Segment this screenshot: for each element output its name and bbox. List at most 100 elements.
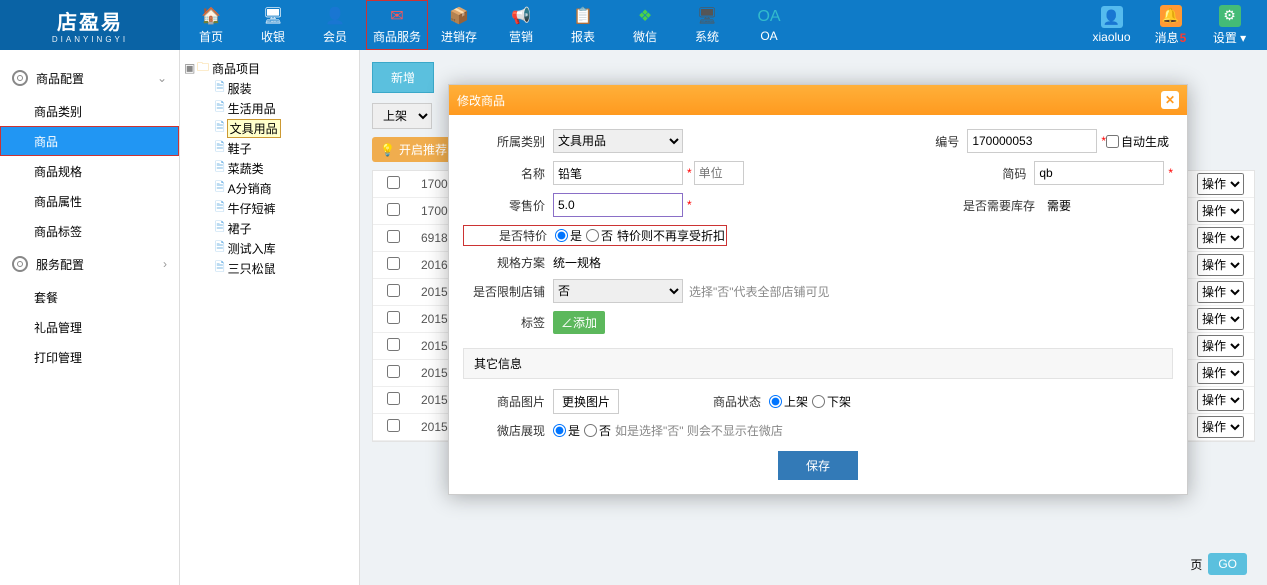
- side-item[interactable]: 礼品管理: [0, 312, 179, 342]
- change-image-button[interactable]: 更换图片: [553, 389, 619, 414]
- nav-微信[interactable]: ❖微信: [614, 0, 676, 50]
- close-icon[interactable]: ✕: [1161, 91, 1179, 109]
- price-input[interactable]: [553, 193, 683, 217]
- state-down[interactable]: 下架: [812, 393, 851, 410]
- wechat-no[interactable]: 否: [584, 422, 611, 439]
- row-action[interactable]: 操作: [1197, 254, 1244, 276]
- tree-item[interactable]: 🗎裙子: [202, 218, 355, 238]
- nav-label: 进销存: [441, 28, 477, 45]
- row-action[interactable]: 操作: [1197, 281, 1244, 303]
- file-icon: 🗎: [215, 238, 225, 259]
- logo-text: 店盈易: [57, 6, 123, 35]
- nav-会员[interactable]: 👤会员: [304, 0, 366, 50]
- nav-icon: 📋: [572, 6, 594, 26]
- unit-input[interactable]: [694, 161, 744, 185]
- tree-item[interactable]: 🗎菜蔬类: [202, 158, 355, 178]
- nav-label: 系统: [695, 28, 719, 45]
- specplan-value: 统一规格: [553, 254, 601, 271]
- special-yes[interactable]: 是: [555, 227, 582, 244]
- row-checkbox[interactable]: [387, 203, 400, 216]
- save-button[interactable]: 保存: [778, 451, 858, 480]
- tree-item[interactable]: 🗎A分销商: [202, 178, 355, 198]
- tree-root[interactable]: ▣ 🗀 商品项目: [184, 58, 355, 78]
- recommend-toggle[interactable]: 💡 开启推荐: [372, 137, 455, 162]
- file-icon: 🗎: [215, 158, 225, 179]
- auto-gen-checkbox[interactable]: 自动生成: [1106, 133, 1169, 150]
- go-button[interactable]: GO: [1208, 553, 1247, 575]
- side-group-product[interactable]: 商品配置 ⌄: [0, 60, 179, 96]
- category-tree: ▣ 🗀 商品项目 🗎服装🗎生活用品🗎文具用品🗎鞋子🗎菜蔬类🗎A分销商🗎牛仔短裤🗎…: [180, 50, 360, 585]
- side-item[interactable]: 商品类别: [0, 96, 179, 126]
- side-item[interactable]: 商品规格: [0, 156, 179, 186]
- row-checkbox[interactable]: [387, 284, 400, 297]
- row-action[interactable]: 操作: [1197, 335, 1244, 357]
- wechat-note: 如是选择"否" 则会不显示在微店: [615, 422, 783, 439]
- row-checkbox[interactable]: [387, 230, 400, 243]
- side-item[interactable]: 商品属性: [0, 186, 179, 216]
- label-specplan: 规格方案: [463, 254, 553, 271]
- nav-报表[interactable]: 📋报表: [552, 0, 614, 50]
- nav-user[interactable]: 👤 xiaoluo: [1084, 6, 1139, 44]
- status-filter[interactable]: 上架: [372, 103, 432, 129]
- row-action[interactable]: 操作: [1197, 227, 1244, 249]
- tree-item[interactable]: 🗎鞋子: [202, 138, 355, 158]
- side-item[interactable]: 商品标签: [0, 216, 179, 246]
- row-action[interactable]: 操作: [1197, 416, 1244, 438]
- tree-label: 鞋子: [228, 140, 252, 157]
- tree-item[interactable]: 🗎牛仔短裤: [202, 198, 355, 218]
- bell-icon: 🔔: [1160, 5, 1182, 27]
- tree-item[interactable]: 🗎三只松鼠: [202, 258, 355, 278]
- nav-icon: 🏠: [200, 6, 222, 26]
- tree-item[interactable]: 🗎文具用品: [202, 118, 355, 138]
- row-checkbox[interactable]: [387, 419, 400, 432]
- nav-进销存[interactable]: 📦进销存: [428, 0, 490, 50]
- label-restrict: 是否限制店铺: [463, 283, 553, 300]
- nav-商品服务[interactable]: ✉商品服务: [366, 0, 428, 50]
- row-checkbox[interactable]: [387, 392, 400, 405]
- nav-系统[interactable]: 🖥系统: [676, 0, 738, 50]
- add-tab[interactable]: 新增: [372, 62, 434, 93]
- nav-messages[interactable]: 🔔 消息5: [1143, 5, 1198, 46]
- row-action[interactable]: 操作: [1197, 173, 1244, 195]
- nav-icon: 📢: [510, 6, 532, 26]
- add-tag-button[interactable]: ∠添加: [553, 311, 605, 334]
- side-group-label: 服务配置: [36, 256, 84, 273]
- wechat-yes[interactable]: 是: [553, 422, 580, 439]
- row-checkbox[interactable]: [387, 257, 400, 270]
- row-action[interactable]: 操作: [1197, 200, 1244, 222]
- tree-label: 生活用品: [228, 100, 276, 117]
- row-action[interactable]: 操作: [1197, 308, 1244, 330]
- file-icon: 🗎: [215, 218, 225, 239]
- row-checkbox[interactable]: [387, 338, 400, 351]
- side-item[interactable]: 打印管理: [0, 342, 179, 372]
- row-checkbox[interactable]: [387, 176, 400, 189]
- nav-营销[interactable]: 📢营销: [490, 0, 552, 50]
- nav-label: 首页: [199, 28, 223, 45]
- side-item[interactable]: 套餐: [0, 282, 179, 312]
- tree-item[interactable]: 🗎生活用品: [202, 98, 355, 118]
- code-input[interactable]: [967, 129, 1097, 153]
- row-checkbox[interactable]: [387, 365, 400, 378]
- nav-OA[interactable]: OAOA: [738, 0, 800, 50]
- tree-item[interactable]: 🗎服装: [202, 78, 355, 98]
- nav-settings[interactable]: ⚙ 设置 ▾: [1202, 5, 1257, 46]
- gear-icon: ⚙: [1219, 5, 1241, 27]
- state-up[interactable]: 上架: [769, 393, 808, 410]
- row-action[interactable]: 操作: [1197, 362, 1244, 384]
- nav-首页[interactable]: 🏠 首页: [180, 0, 242, 50]
- name-input[interactable]: [553, 161, 683, 185]
- tree-item[interactable]: 🗎测试入库: [202, 238, 355, 258]
- special-no[interactable]: 否: [586, 227, 613, 244]
- category-select[interactable]: 文具用品: [553, 129, 683, 153]
- label-wechat: 微店展现: [463, 422, 553, 439]
- side-item[interactable]: 商品: [0, 126, 179, 156]
- collapse-icon[interactable]: ▣: [184, 61, 194, 75]
- nav-收银[interactable]: 🖥收银: [242, 0, 304, 50]
- shortcode-input[interactable]: [1034, 161, 1164, 185]
- nav-label: 会员: [323, 28, 347, 45]
- tree-label: 菜蔬类: [228, 160, 264, 177]
- side-group-service[interactable]: 服务配置 ›: [0, 246, 179, 282]
- row-action[interactable]: 操作: [1197, 389, 1244, 411]
- row-checkbox[interactable]: [387, 311, 400, 324]
- restrict-select[interactable]: 否: [553, 279, 683, 303]
